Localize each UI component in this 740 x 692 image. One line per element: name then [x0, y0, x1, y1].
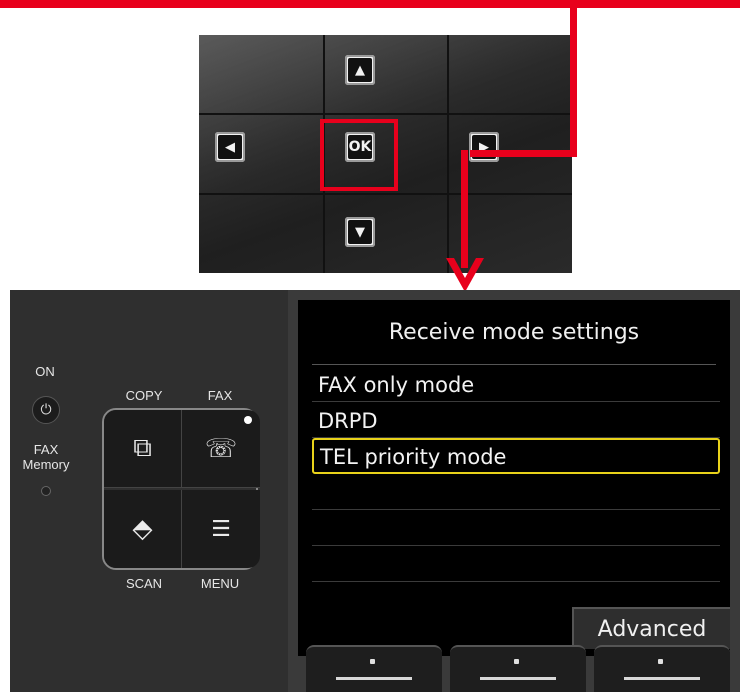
- on-label: ON: [35, 364, 55, 379]
- pad-divider: [447, 35, 449, 273]
- scan-label: SCAN: [125, 576, 163, 591]
- menu-button[interactable]: ☰: [182, 490, 260, 568]
- callout-arrowhead-icon: [446, 258, 484, 292]
- function-key-bar: [336, 677, 412, 680]
- right-button[interactable]: ▶: [469, 132, 499, 162]
- callout-line-down: [461, 150, 468, 268]
- fax-memory-label: FAX Memory: [22, 442, 70, 472]
- fax-indicator-lamp: [244, 416, 252, 424]
- fax-label: FAX: [207, 388, 233, 403]
- pad-divider: [199, 113, 572, 115]
- copy-button[interactable]: ⧉: [104, 410, 182, 488]
- menu-icon: ☰: [211, 516, 231, 542]
- function-key-dot: [514, 659, 519, 664]
- function-key-dot: [370, 659, 375, 664]
- printer-panel: ON ⏻ FAX Memory COPY FAX ⧉ ☏ ⬘ ☰ SCAN ME…: [10, 290, 740, 692]
- scan-button[interactable]: ⬘: [104, 490, 182, 568]
- down-button[interactable]: ▼: [345, 217, 375, 247]
- mode-button-block: ⧉ ☏ ⬘ ☰: [102, 408, 260, 570]
- down-arrow-icon: ▼: [348, 220, 372, 244]
- option-tel-priority-mode[interactable]: TEL priority mode: [312, 438, 720, 474]
- power-icon: ⏻: [40, 402, 52, 418]
- pad-divider: [199, 193, 572, 195]
- empty-list-row: [312, 476, 720, 510]
- empty-list-row: [312, 512, 720, 546]
- function-key-bar: [480, 677, 556, 680]
- option-fax-only-mode[interactable]: FAX only mode: [312, 368, 720, 402]
- screen-title: Receive mode settings: [388, 320, 640, 345]
- option-drpd[interactable]: DRPD: [312, 404, 720, 438]
- fax-button[interactable]: ☏: [182, 410, 260, 488]
- callout-line-top: [0, 0, 740, 8]
- up-arrow-icon: ▲: [348, 58, 372, 82]
- fax-icon: ☏: [204, 433, 238, 464]
- function-key-bar: [624, 677, 700, 680]
- fax-memory-lamp: [41, 486, 51, 496]
- copy-icon: ⧉: [133, 433, 152, 463]
- menu-label: MENU: [200, 576, 240, 591]
- scan-icon: ⬘: [132, 514, 153, 544]
- copy-label: COPY: [125, 388, 163, 403]
- ok-highlight-frame: [320, 119, 398, 191]
- lcd-screen: Receive mode settings FAX only mode DRPD…: [298, 300, 730, 656]
- left-button[interactable]: ◀: [215, 132, 245, 162]
- left-function-button[interactable]: [306, 645, 442, 692]
- callout-line-vertical: [570, 0, 577, 156]
- title-separator: [312, 364, 716, 365]
- function-key-dot: [658, 659, 663, 664]
- left-arrow-icon: ◀: [218, 135, 242, 159]
- right-function-button[interactable]: [594, 645, 730, 692]
- advanced-button[interactable]: Advanced: [572, 607, 730, 649]
- center-function-button[interactable]: [450, 645, 586, 692]
- callout-line-horizontal: [470, 150, 577, 157]
- empty-list-row: [312, 548, 720, 582]
- up-button[interactable]: ▲: [345, 55, 375, 85]
- power-button[interactable]: ⏻: [32, 396, 60, 424]
